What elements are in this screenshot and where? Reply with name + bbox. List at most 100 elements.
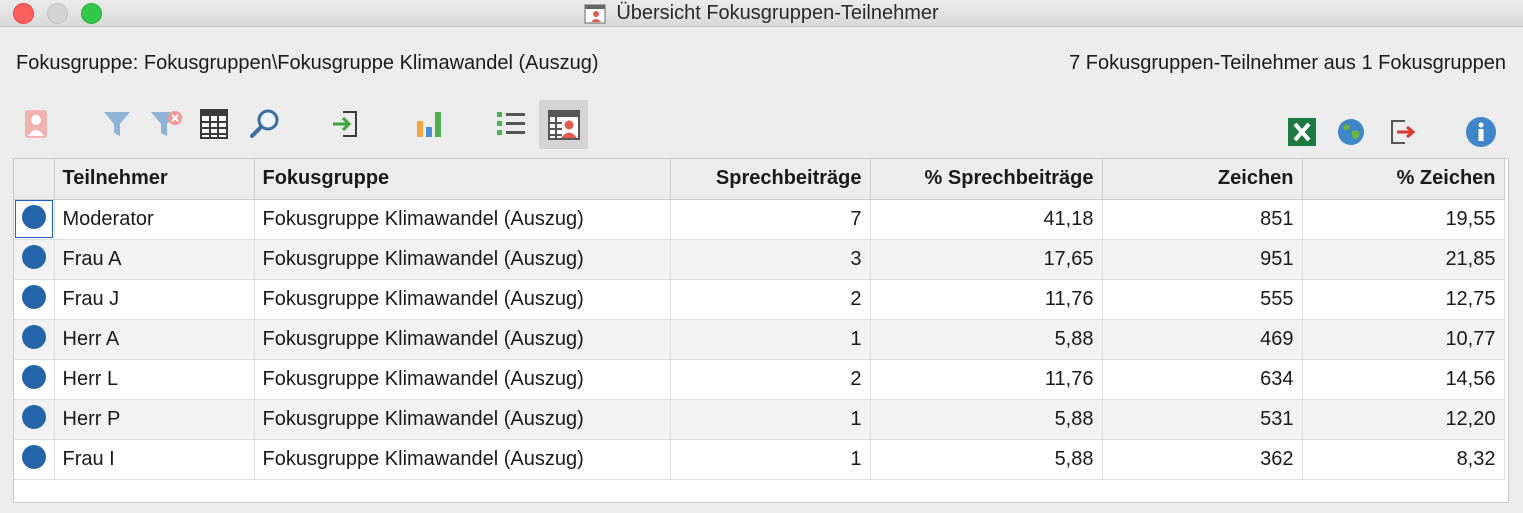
status-cell[interactable] — [14, 319, 55, 360]
header-percent-contributions[interactable]: % Sprechbeiträge — [870, 159, 1103, 200]
filter-button[interactable] — [95, 102, 139, 146]
contributions-cell[interactable]: 2 — [670, 359, 871, 400]
participant-cell[interactable]: Moderator — [54, 199, 255, 240]
percent-characters-cell[interactable]: 12,75 — [1302, 279, 1505, 320]
characters-cell[interactable]: 531 — [1102, 399, 1303, 440]
info-button[interactable] — [1459, 110, 1503, 154]
focus-group-cell[interactable]: Fokusgruppe Klimawandel (Auszug) — [254, 239, 671, 280]
percent-characters-cell[interactable]: 19,55 — [1302, 199, 1505, 240]
header-percent-characters[interactable]: % Zeichen — [1302, 159, 1505, 200]
table-row[interactable]: Herr P Fokusgruppe Klimawandel (Auszug) … — [14, 399, 1505, 440]
focus-group-cell[interactable]: Fokusgruppe Klimawandel (Auszug) — [254, 319, 671, 360]
percent-contributions-cell[interactable]: 17,65 — [870, 239, 1103, 280]
status-dot-icon — [21, 205, 46, 230]
columns-button[interactable] — [192, 102, 236, 146]
table-row[interactable]: Moderator Fokusgruppe Klimawandel (Auszu… — [14, 199, 1505, 240]
columns-icon — [200, 109, 228, 139]
participants-table[interactable]: Teilnehmer Fokusgruppe Sprechbeiträge % … — [13, 158, 1509, 503]
contributions-cell[interactable]: 1 — [670, 319, 871, 360]
participant-count: 7 Fokusgruppen-Teilnehmer aus 1 Fokusgru… — [1069, 52, 1506, 74]
table-row[interactable]: Frau J Fokusgruppe Klimawandel (Auszug) … — [14, 279, 1505, 320]
characters-cell[interactable]: 951 — [1102, 239, 1303, 280]
percent-characters-cell[interactable]: 8,32 — [1302, 439, 1505, 480]
contributions-cell[interactable]: 7 — [670, 199, 871, 240]
remove-filter-button[interactable] — [144, 102, 188, 146]
table-row[interactable]: Herr L Fokusgruppe Klimawandel (Auszug) … — [14, 359, 1505, 400]
percent-contributions-cell[interactable]: 5,88 — [870, 439, 1103, 480]
status-dot-icon — [21, 365, 46, 390]
contributions-cell[interactable]: 1 — [670, 399, 871, 440]
excel-export-icon — [1287, 117, 1317, 147]
focus-group-cell[interactable]: Fokusgruppe Klimawandel (Auszug) — [254, 359, 671, 400]
exit-button[interactable] — [1381, 110, 1425, 154]
focus-group-cell[interactable]: Fokusgruppe Klimawandel (Auszug) — [254, 279, 671, 320]
participant-cell[interactable]: Frau I — [54, 439, 255, 480]
participant-cell[interactable]: Frau J — [54, 279, 255, 320]
participant-icon — [23, 108, 49, 140]
header-characters[interactable]: Zeichen — [1102, 159, 1303, 200]
percent-characters-cell[interactable]: 10,77 — [1302, 319, 1505, 360]
characters-cell[interactable]: 362 — [1102, 439, 1303, 480]
excel-export-button[interactable] — [1280, 110, 1324, 154]
info-icon — [1465, 116, 1497, 148]
characters-cell[interactable]: 555 — [1102, 279, 1303, 320]
chart-button[interactable] — [408, 102, 452, 146]
table-row[interactable]: Frau A Fokusgruppe Klimawandel (Auszug) … — [14, 239, 1505, 280]
search-button[interactable] — [243, 102, 287, 146]
participant-overview-icon — [584, 4, 606, 24]
percent-contributions-cell[interactable]: 41,18 — [870, 199, 1103, 240]
percent-contributions-cell[interactable]: 5,88 — [870, 399, 1103, 440]
status-cell[interactable] — [14, 199, 55, 240]
title-bar: Übersicht Fokusgruppen-Teilnehmer — [0, 0, 1523, 27]
list-button[interactable] — [489, 102, 533, 146]
participant-cell[interactable]: Herr A — [54, 319, 255, 360]
window-title: Übersicht Fokusgruppen-Teilnehmer — [616, 2, 939, 24]
header-contributions[interactable]: Sprechbeiträge — [670, 159, 871, 200]
status-dot-icon — [21, 405, 46, 430]
list-icon — [495, 109, 527, 139]
contributions-cell[interactable]: 1 — [670, 439, 871, 480]
header-participant[interactable]: Teilnehmer — [54, 159, 255, 200]
status-cell[interactable] — [14, 239, 55, 280]
exit-icon — [1388, 117, 1418, 147]
participant-cell[interactable]: Frau A — [54, 239, 255, 280]
characters-cell[interactable]: 851 — [1102, 199, 1303, 240]
import-icon — [330, 109, 360, 139]
participants-grid: Teilnehmer Fokusgruppe Sprechbeiträge % … — [14, 159, 1505, 480]
participant-overview-icon — [547, 109, 580, 140]
contributions-cell[interactable]: 3 — [670, 239, 871, 280]
percent-contributions-cell[interactable]: 5,88 — [870, 319, 1103, 360]
status-cell[interactable] — [14, 399, 55, 440]
table-row[interactable]: Frau I Fokusgruppe Klimawandel (Auszug) … — [14, 439, 1505, 480]
contributions-cell[interactable]: 2 — [670, 279, 871, 320]
status-cell[interactable] — [14, 439, 55, 480]
focus-group-cell[interactable]: Fokusgruppe Klimawandel (Auszug) — [254, 439, 671, 480]
filter-icon — [102, 109, 132, 139]
participant-overview-button[interactable] — [539, 100, 588, 149]
import-button[interactable] — [323, 102, 367, 146]
participant-cell[interactable]: Herr P — [54, 399, 255, 440]
focus-group-cell[interactable]: Fokusgruppe Klimawandel (Auszug) — [254, 199, 671, 240]
status-dot-icon — [21, 245, 46, 270]
percent-characters-cell[interactable]: 12,20 — [1302, 399, 1505, 440]
status-dot-icon — [21, 285, 46, 310]
characters-cell[interactable]: 634 — [1102, 359, 1303, 400]
header-focus-group[interactable]: Fokusgruppe — [254, 159, 671, 200]
percent-contributions-cell[interactable]: 11,76 — [870, 359, 1103, 400]
web-export-button[interactable] — [1329, 110, 1373, 154]
characters-cell[interactable]: 469 — [1102, 319, 1303, 360]
search-icon — [249, 108, 281, 140]
focus-group-label: Fokusgruppe: Fokusgruppen\Fokusgruppe Kl… — [16, 52, 599, 74]
percent-contributions-cell[interactable]: 11,76 — [870, 279, 1103, 320]
header-status[interactable] — [14, 159, 55, 200]
participant-button[interactable] — [14, 102, 58, 146]
percent-characters-cell[interactable]: 14,56 — [1302, 359, 1505, 400]
focus-group-cell[interactable]: Fokusgruppe Klimawandel (Auszug) — [254, 399, 671, 440]
table-header-row: Teilnehmer Fokusgruppe Sprechbeiträge % … — [14, 159, 1505, 200]
status-cell[interactable] — [14, 359, 55, 400]
participant-cell[interactable]: Herr L — [54, 359, 255, 400]
status-cell[interactable] — [14, 279, 55, 320]
table-row[interactable]: Herr A Fokusgruppe Klimawandel (Auszug) … — [14, 319, 1505, 360]
bar-chart-icon — [415, 109, 445, 139]
percent-characters-cell[interactable]: 21,85 — [1302, 239, 1505, 280]
